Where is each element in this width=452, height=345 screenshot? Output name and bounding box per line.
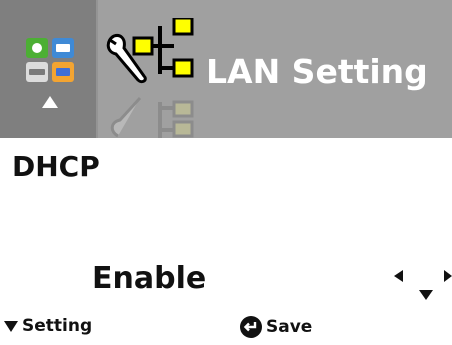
storage-icon [26, 62, 48, 82]
header-bar: LAN Setting [0, 0, 452, 138]
setting-softkey-label: Setting [22, 316, 93, 336]
setting-value[interactable]: Enable [92, 261, 206, 296]
page-title: LAN Setting [206, 52, 428, 91]
save-softkey[interactable]: Save [240, 316, 312, 338]
left-arrow-icon[interactable] [394, 270, 403, 282]
save-softkey-label: Save [266, 317, 313, 337]
enter-icon [240, 316, 262, 338]
down-triangle-icon [4, 321, 18, 332]
lan-setting-icon [106, 18, 194, 138]
network-tree-icon [132, 18, 194, 78]
value-selector-arrows [394, 264, 452, 304]
up-arrow-icon[interactable] [42, 96, 58, 108]
setting-label: DHCP [12, 150, 100, 183]
setting-softkey[interactable]: Setting [4, 316, 92, 336]
right-arrow-icon[interactable] [444, 270, 452, 282]
printer-icon [52, 38, 74, 58]
header-divider [96, 0, 98, 138]
menu-icons-grid [24, 36, 76, 82]
icon-reflection [110, 96, 194, 138]
network-card-icon [52, 62, 74, 82]
menu-icon-panel[interactable] [0, 0, 96, 138]
app-icon [26, 38, 48, 58]
down-arrow-icon[interactable] [419, 290, 433, 300]
